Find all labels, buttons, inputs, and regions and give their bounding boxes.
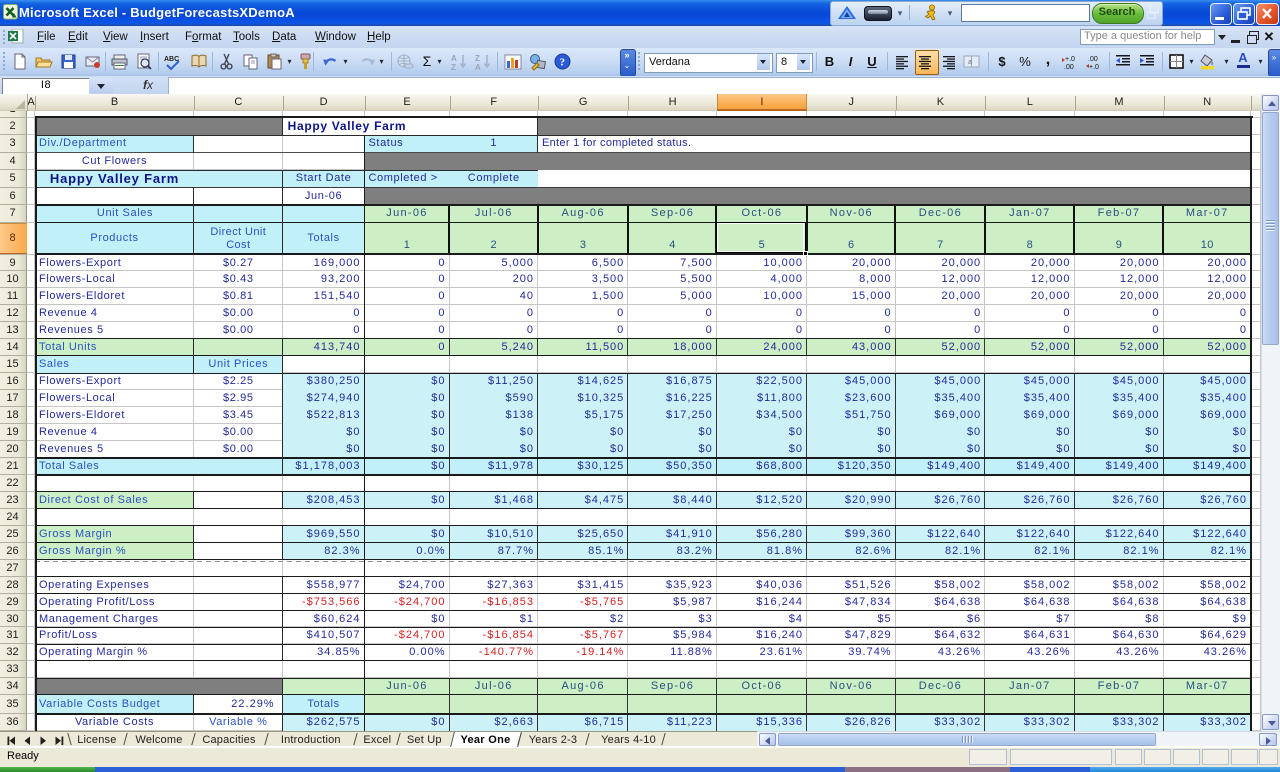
- svg-text:+.0: +.0: [1089, 64, 1099, 71]
- svg-text:.00: .00: [1088, 56, 1098, 63]
- svg-text:A: A: [475, 63, 481, 71]
- svg-text:A: A: [451, 54, 457, 63]
- svg-text:?: ?: [560, 57, 566, 69]
- svg-text:.00: .00: [1064, 64, 1074, 71]
- svg-text:Z: Z: [475, 54, 480, 63]
- svg-text:a: a: [968, 59, 972, 66]
- svg-text:Z: Z: [451, 63, 456, 71]
- svg-text:+.0: +.0: [1065, 56, 1075, 63]
